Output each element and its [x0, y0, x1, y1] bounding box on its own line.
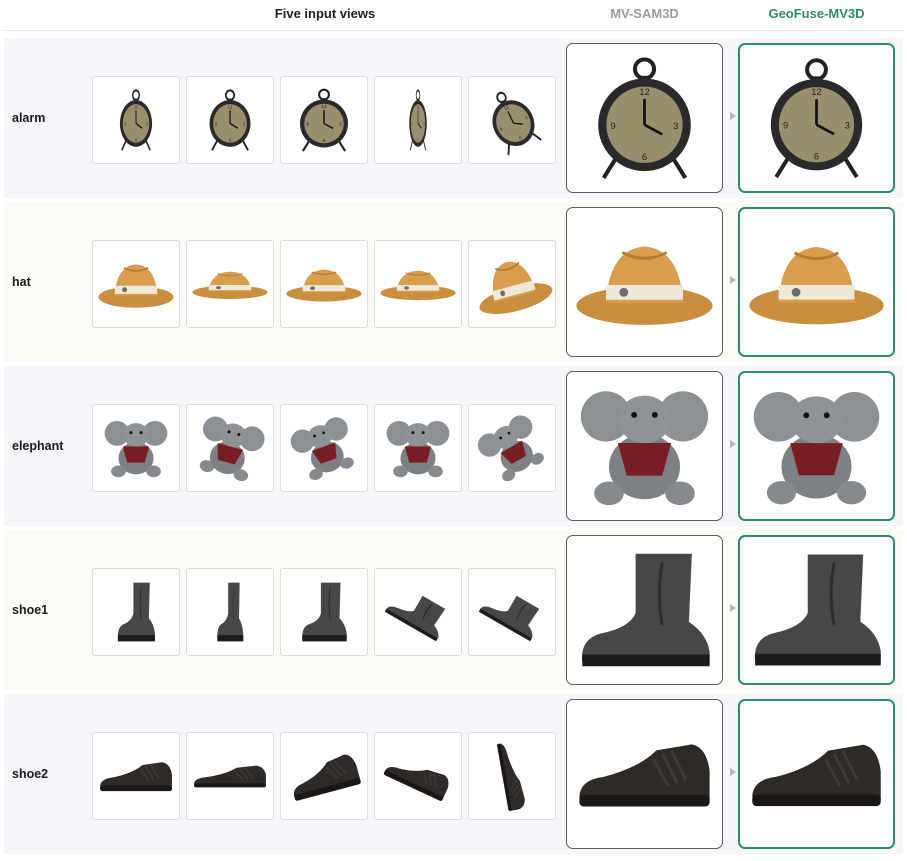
- input-view-2-image: [186, 732, 274, 820]
- input-view-5-image: [468, 404, 556, 492]
- input-view-4-image: [374, 732, 462, 820]
- input-view-3-image: [280, 404, 368, 492]
- baseline-reconstruction-image: [566, 43, 723, 193]
- input-view-3-image: [280, 240, 368, 328]
- input-view-1-image: [92, 76, 180, 164]
- input-view-2-image: [186, 76, 274, 164]
- input-view-2-image: [186, 240, 274, 328]
- input-view-1-image: [92, 568, 180, 656]
- proposed-reconstruction-image: [738, 699, 895, 849]
- result-row-shoe2: shoe2: [4, 694, 903, 854]
- input-view-5-image: [468, 240, 556, 328]
- row-label: shoe1: [12, 603, 49, 617]
- input-view-1-image: [92, 240, 180, 328]
- row-label: shoe2: [12, 767, 49, 781]
- input-view-4-image: [374, 404, 462, 492]
- proposed-reconstruction-image: [738, 371, 895, 521]
- input-view-2-image: [186, 568, 274, 656]
- baseline-reconstruction-image: [566, 699, 723, 849]
- baseline-reconstruction-image: [566, 207, 723, 357]
- input-view-1-image: [92, 404, 180, 492]
- row-label: elephant: [12, 439, 64, 453]
- input-view-3-image: [280, 732, 368, 820]
- input-view-3-image: [280, 76, 368, 164]
- proposed-reconstruction-image: [738, 207, 895, 357]
- arrow-icon: [730, 604, 736, 612]
- input-view-4-image: [374, 76, 462, 164]
- row-label: hat: [12, 275, 31, 289]
- proposed-reconstruction-image: [738, 535, 895, 685]
- baseline-reconstruction-image: [566, 535, 723, 685]
- input-view-5-image: [468, 76, 556, 164]
- arrow-icon: [730, 440, 736, 448]
- input-view-2-image: [186, 404, 274, 492]
- arrow-icon: [730, 768, 736, 776]
- result-row-hat: hat: [4, 202, 903, 362]
- proposed-reconstruction-image: [738, 43, 895, 193]
- input-view-4-image: [374, 240, 462, 328]
- input-view-4-image: [374, 568, 462, 656]
- input-view-1-image: [92, 732, 180, 820]
- baseline-reconstruction-image: [566, 371, 723, 521]
- result-row-alarm: alarm: [4, 38, 903, 198]
- arrow-icon: [730, 276, 736, 284]
- input-view-5-image: [468, 732, 556, 820]
- row-label: alarm: [12, 111, 46, 125]
- input-view-3-image: [280, 568, 368, 656]
- input-view-5-image: [468, 568, 556, 656]
- result-row-elephant: elephant: [4, 366, 903, 526]
- arrow-icon: [730, 112, 736, 120]
- result-row-shoe1: shoe1: [4, 530, 903, 690]
